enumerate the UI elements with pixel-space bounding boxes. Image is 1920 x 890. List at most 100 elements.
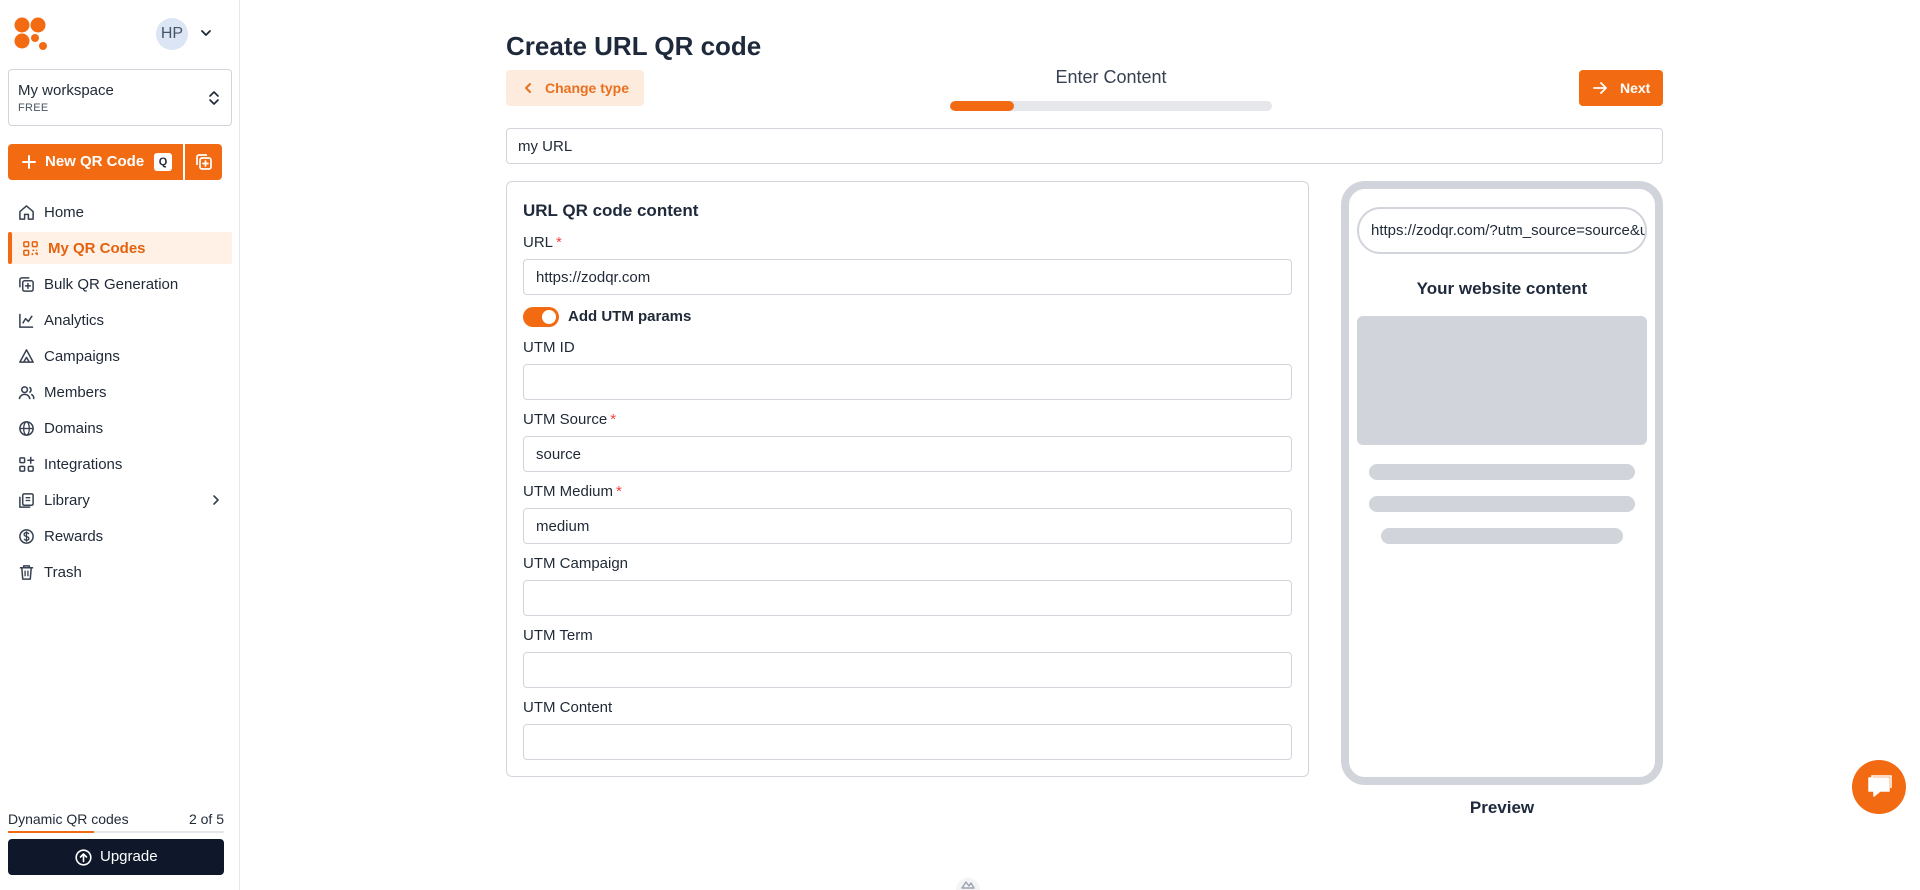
card-title: URL QR code content	[523, 201, 699, 220]
utm-campaign-label: UTM Campaign	[523, 555, 631, 572]
workspace-name: My workspace	[18, 82, 114, 99]
utm-term-label: UTM Term	[523, 627, 596, 644]
qr-grid-icon	[23, 241, 38, 256]
sidebar-item-domains[interactable]: Domains	[8, 412, 232, 444]
upgrade-button[interactable]: Upgrade	[8, 839, 224, 875]
workspace-plan-badge: FREE	[18, 102, 49, 114]
utm-id-input[interactable]	[523, 364, 1292, 400]
required-marker: *	[610, 411, 617, 428]
utm-source-input[interactable]	[523, 436, 1292, 472]
utm-content-label: UTM Content	[523, 699, 615, 716]
bulk-copy-icon	[19, 277, 34, 292]
sidebar-item-label: Analytics	[44, 312, 105, 329]
step-title: Enter Content	[1055, 67, 1167, 87]
next-label: Next	[1620, 80, 1651, 96]
chevron-right-icon	[213, 495, 219, 505]
sidebar-item-label: Integrations	[44, 456, 123, 473]
utm-toggle[interactable]	[523, 307, 559, 327]
required-marker: *	[556, 234, 562, 251]
chevron-down-icon[interactable]	[199, 26, 213, 40]
qr-name-input[interactable]	[506, 128, 1663, 164]
sidebar-item-campaigns[interactable]: Campaigns	[8, 340, 232, 372]
utm-source-label-text: UTM Source	[523, 411, 608, 428]
sidebar-item-my-qr-codes[interactable]: My QR Codes	[8, 232, 232, 264]
change-type-button[interactable]: Change type	[506, 70, 644, 106]
preview-text-placeholder	[1381, 528, 1623, 544]
app-logo-icon[interactable]	[14, 17, 50, 53]
preview-label: Preview	[1469, 798, 1535, 817]
utm-term-label-text: UTM Term	[523, 627, 593, 644]
url-label: URL *	[523, 234, 562, 251]
sidebar: HP My workspace FREE New QR Code Q Home	[0, 0, 240, 890]
chevron-updown-icon	[209, 91, 219, 105]
sidebar-item-home[interactable]: Home	[8, 196, 232, 228]
url-content-card: URL QR code content URL* Add UTM params …	[506, 181, 1309, 777]
arrow-right-icon	[1593, 82, 1607, 94]
keyboard-shortcut-badge: Q	[154, 153, 172, 171]
user-avatar[interactable]: HP	[156, 18, 188, 50]
url-input[interactable]	[523, 259, 1292, 295]
arrow-up-circle-icon	[75, 849, 92, 866]
toggle-knob	[542, 310, 556, 324]
utm-medium-input[interactable]	[523, 508, 1292, 544]
preview-phone-frame: https://zodqr.com/?utm_source=source&utm…	[1341, 181, 1663, 785]
utm-id-label: UTM ID	[523, 339, 578, 356]
trash-icon	[19, 565, 34, 580]
step-progress-bar	[950, 101, 1272, 111]
sidebar-item-label: Members	[44, 384, 107, 401]
chat-bubble-icon	[1868, 775, 1892, 797]
preview-image-placeholder	[1357, 316, 1647, 445]
sidebar-item-analytics[interactable]: Analytics	[8, 304, 232, 336]
sidebar-item-rewards[interactable]: Rewards	[8, 520, 232, 552]
quota-progress-bar	[8, 831, 224, 833]
change-type-label: Change type	[545, 80, 630, 96]
sidebar-item-members[interactable]: Members	[8, 376, 232, 408]
utm-toggle-label: Add UTM params	[568, 308, 692, 325]
dollar-icon	[19, 529, 34, 544]
sidebar-item-trash[interactable]: Trash	[8, 556, 232, 588]
chevron-left-icon	[525, 83, 531, 93]
preview-site-title: Your website content	[1416, 279, 1588, 298]
users-icon	[18, 386, 35, 400]
sidebar-nav: Home My QR Codes Bulk QR Generation Anal…	[8, 196, 232, 592]
utm-term-input[interactable]	[523, 652, 1292, 688]
new-qr-code-button[interactable]: New QR Code Q	[8, 144, 183, 180]
sidebar-item-label: Home	[44, 204, 85, 221]
sidebar-item-label: Trash	[44, 564, 82, 581]
library-icon	[19, 493, 34, 508]
utm-medium-label-text: UTM Medium	[523, 483, 614, 500]
utm-campaign-label-text: UTM Campaign	[523, 555, 629, 572]
chat-support-button[interactable]	[1852, 760, 1906, 814]
next-button[interactable]: Next	[1579, 70, 1663, 106]
utm-id-label-text: UTM ID	[523, 339, 575, 356]
preview-url-text: https://zodqr.com/?utm_source=source&utm…	[1371, 222, 1647, 239]
bulk-create-button[interactable]	[185, 144, 222, 180]
plus-icon	[22, 155, 36, 169]
page-title: Create URL QR code	[506, 31, 762, 61]
sidebar-item-bulk-qr-generation[interactable]: Bulk QR Generation	[8, 268, 232, 300]
sidebar-item-label: Domains	[44, 420, 104, 437]
sidebar-item-label: Rewards	[44, 528, 104, 545]
sidebar-item-integrations[interactable]: Integrations	[8, 448, 232, 480]
sidebar-item-label: My QR Codes	[48, 240, 146, 257]
utm-source-label: UTM Source *	[523, 411, 616, 428]
upgrade-label: Upgrade	[100, 848, 158, 865]
preview-text-placeholder	[1369, 496, 1635, 512]
new-qr-code-label: New QR Code	[45, 153, 145, 170]
workspace-selector[interactable]: My workspace FREE	[8, 69, 232, 126]
url-label-text: URL	[523, 234, 554, 251]
utm-content-label-text: UTM Content	[523, 699, 613, 716]
sidebar-item-label: Campaigns	[44, 348, 120, 365]
quota-count: 2 of 5	[188, 811, 224, 827]
integrations-icon	[19, 456, 35, 472]
utm-content-input[interactable]	[523, 724, 1292, 760]
utm-campaign-input[interactable]	[523, 580, 1292, 616]
copy-plus-icon	[196, 154, 212, 170]
quota-progress-fill	[8, 831, 95, 833]
sidebar-item-label: Library	[44, 492, 90, 509]
globe-icon	[19, 421, 34, 436]
quota-label: Dynamic QR codes	[8, 811, 129, 827]
sidebar-item-library[interactable]: Library	[8, 484, 232, 516]
chart-icon	[19, 313, 34, 328]
home-icon	[19, 205, 34, 220]
